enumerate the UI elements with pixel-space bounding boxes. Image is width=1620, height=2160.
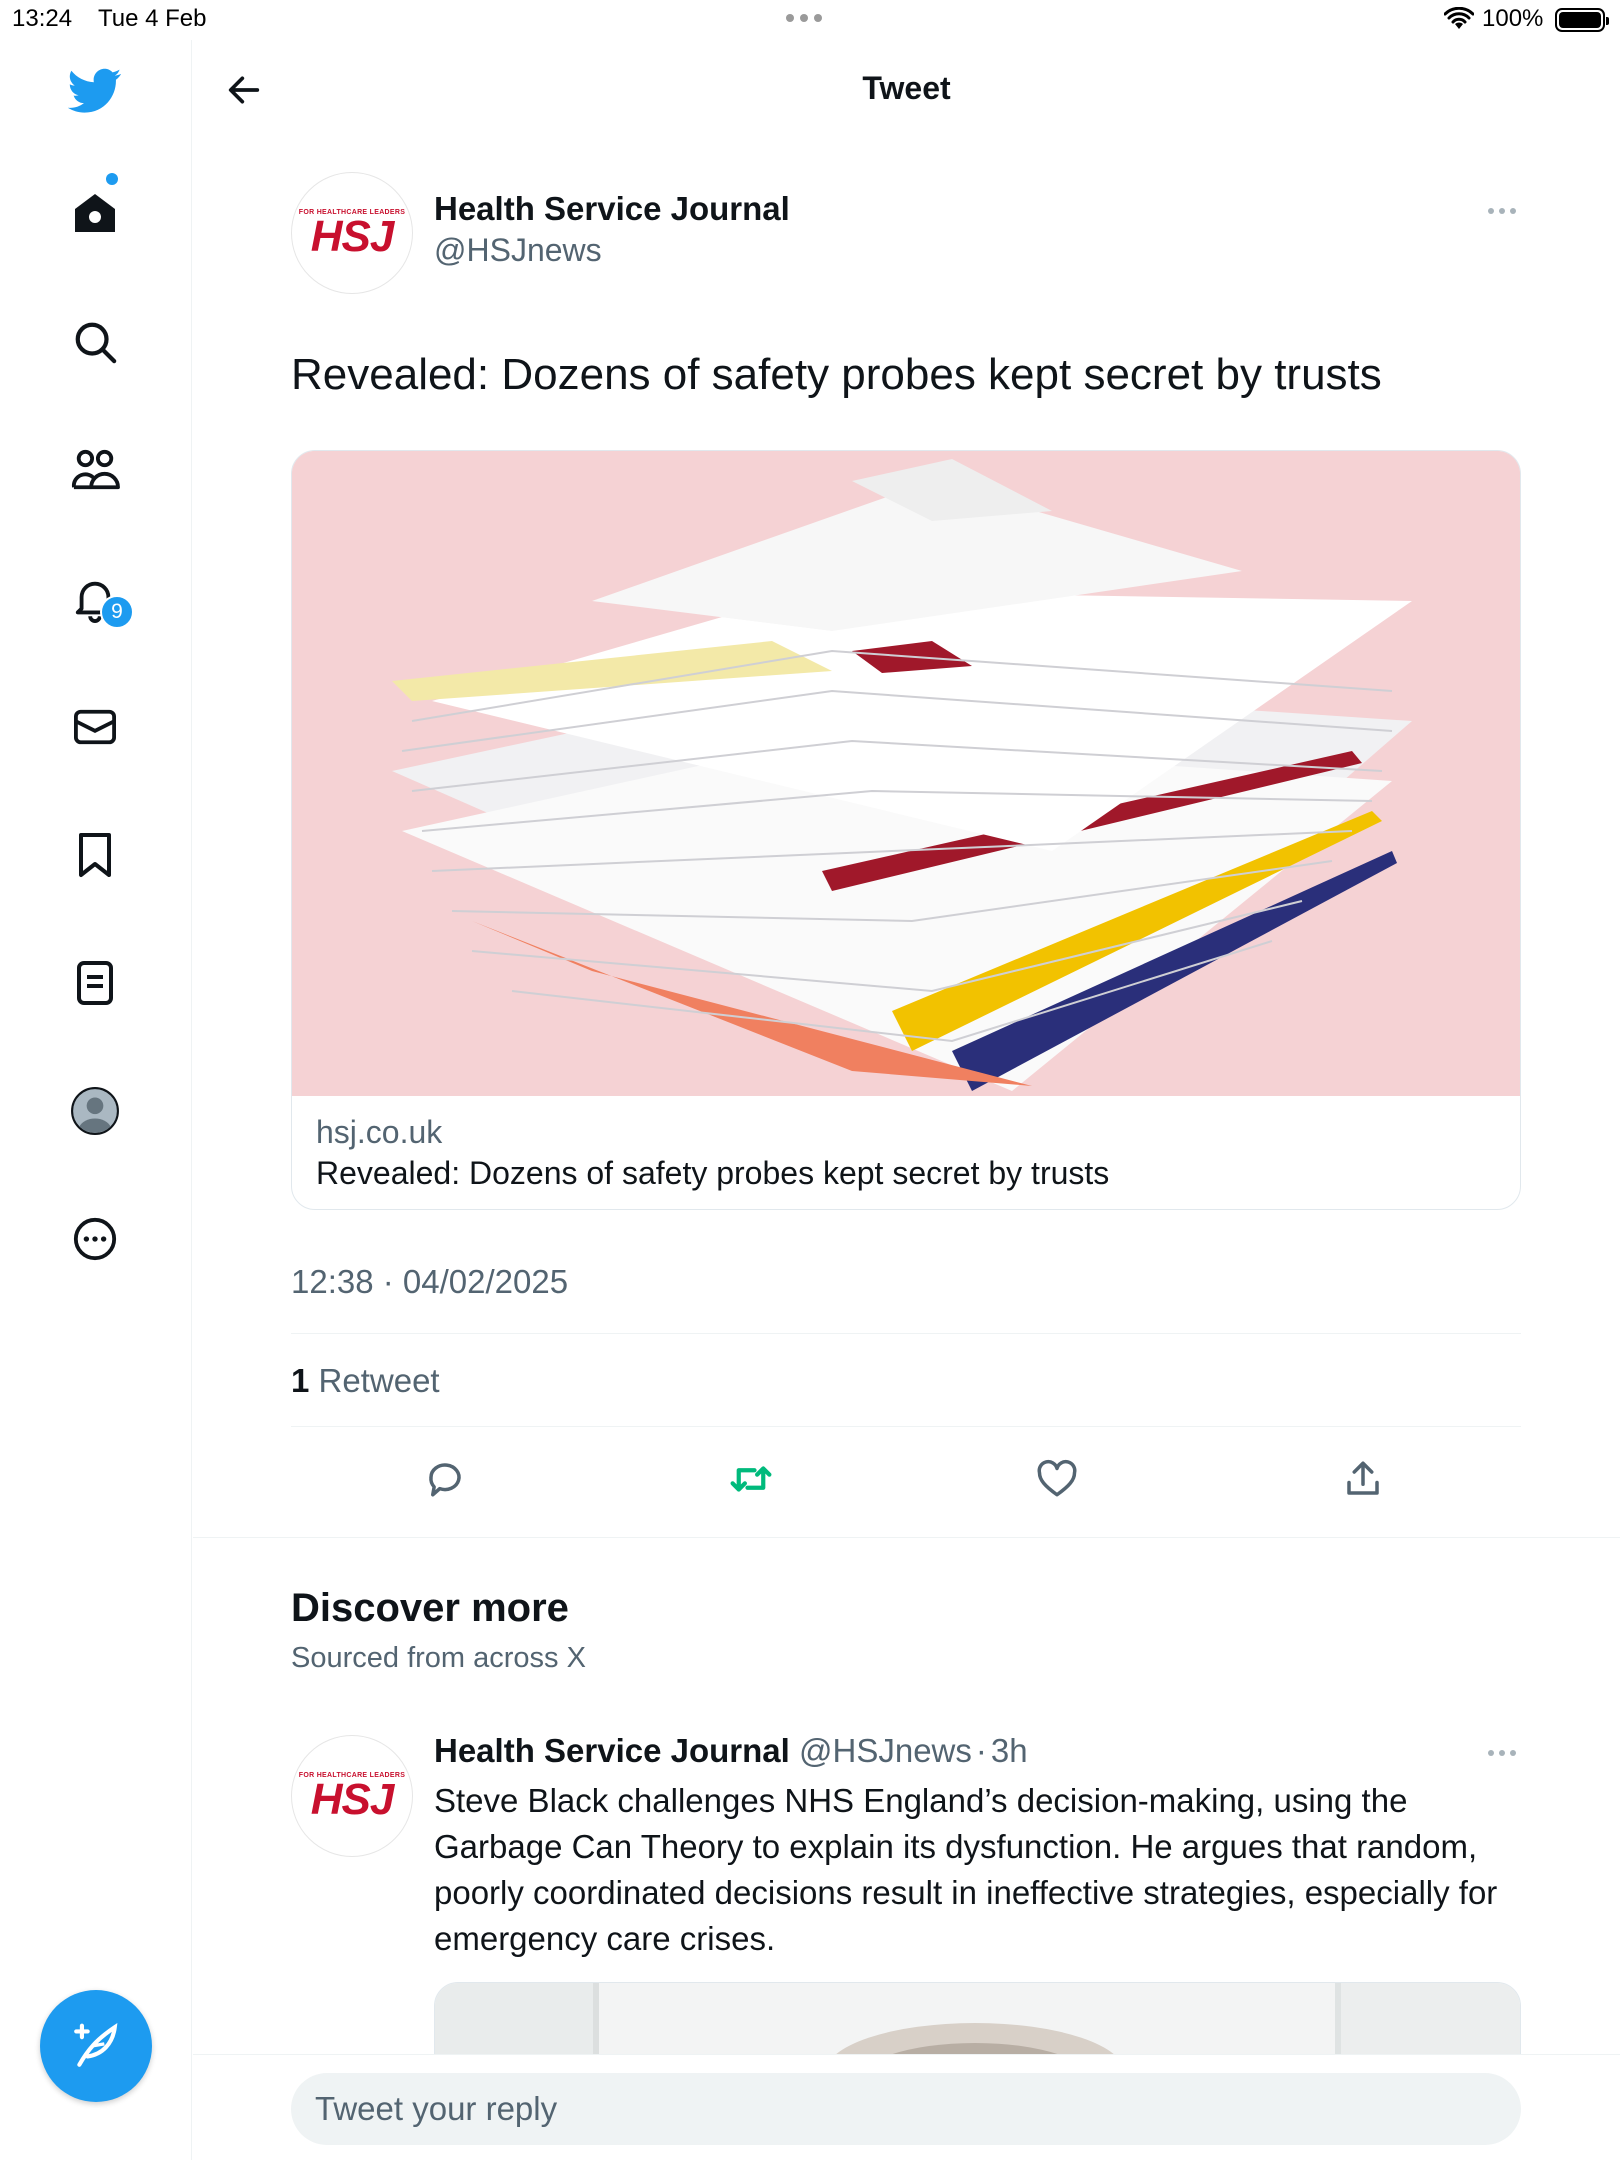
list-icon[interactable] [66, 954, 124, 1012]
paper-stack-image [292, 451, 1520, 1096]
author-avatar[interactable]: FOR HEALTHCARE LEADERS HSJ [291, 172, 413, 294]
like-button[interactable] [1030, 1452, 1084, 1506]
link-card[interactable]: hsj.co.uk Revealed: Dozens of safety pro… [291, 450, 1521, 1210]
tweet-timestamp[interactable]: 12:38 · 04/02/2025 [291, 1263, 568, 1301]
compose-feather-icon [74, 2022, 118, 2067]
heart-icon [1037, 1459, 1077, 1497]
home-unread-dot [106, 173, 118, 185]
author-name[interactable]: Health Service Journal [434, 190, 790, 228]
sidebar: 9 [0, 40, 192, 2160]
author-handle[interactable]: @HSJnews [434, 232, 602, 269]
battery-percent: 100% [1482, 5, 1544, 32]
retweet-number: 1 [291, 1362, 310, 1399]
retweet-label: Retweet [318, 1362, 440, 1399]
status-date: Tue 4 Feb [98, 5, 207, 32]
section-divider [193, 1537, 1620, 1538]
compose-button[interactable] [40, 1990, 152, 2102]
divider [291, 1333, 1521, 1334]
share-icon [1347, 1461, 1379, 1495]
post-more-icon[interactable] [1488, 1750, 1516, 1756]
mail-icon[interactable] [66, 698, 124, 756]
wifi-icon [1443, 6, 1475, 38]
bookmark-icon[interactable] [66, 826, 124, 884]
battery-icon [1555, 8, 1609, 32]
post-author-handle[interactable]: @HSJnews [799, 1732, 972, 1769]
reply-button[interactable] [418, 1452, 472, 1506]
more-circle-icon[interactable] [66, 1210, 124, 1268]
hsj-logo: HSJ [310, 1775, 395, 1824]
discover-title: Discover more [291, 1586, 569, 1630]
multitasking-dots-icon[interactable] [786, 14, 822, 22]
discover-subtitle: Sourced from across X [291, 1642, 586, 1674]
retweet-button[interactable] [724, 1452, 778, 1506]
avatar-icon[interactable] [66, 1082, 124, 1140]
search-icon[interactable] [66, 313, 124, 371]
card-domain: hsj.co.uk [316, 1114, 443, 1150]
post-header[interactable]: Health Service Journal @HSJnews · 3h [434, 1732, 1028, 1770]
page-title: Tweet [862, 70, 951, 106]
notifications-badge: 9 [100, 595, 134, 629]
post-text: Steve Black challenges NHS England’s dec… [434, 1782, 1498, 1957]
status-time: 13:24 [12, 5, 73, 32]
retweet-icon [730, 1466, 772, 1492]
post-age[interactable]: 3h [991, 1732, 1028, 1769]
reply-input[interactable] [291, 2073, 1521, 2145]
tweet-text: Revealed: Dozens of safety probes kept s… [291, 350, 1382, 399]
status-bar: 13:24 Tue 4 Feb 100% [0, 0, 1620, 40]
hsj-logo: HSJ [310, 212, 395, 261]
home-icon[interactable] [66, 184, 124, 242]
share-button[interactable] [1336, 1452, 1390, 1506]
reply-icon [429, 1463, 461, 1497]
retweet-count[interactable]: 1 Retweet [291, 1362, 440, 1400]
tweet-more-icon[interactable] [1488, 208, 1516, 214]
card-title: Revealed: Dozens of safety probes kept s… [316, 1155, 1110, 1191]
people-icon[interactable] [66, 441, 124, 499]
page-header: Tweet [193, 40, 1620, 140]
post-author-name[interactable]: Health Service Journal [434, 1732, 790, 1769]
twitter-logo-icon[interactable] [66, 62, 124, 120]
divider [291, 1426, 1521, 1427]
reply-bar [193, 2054, 1620, 2160]
post-separator: · [975, 1732, 987, 1769]
post-author-avatar[interactable]: FOR HEALTHCARE LEADERS HSJ [291, 1735, 413, 1857]
